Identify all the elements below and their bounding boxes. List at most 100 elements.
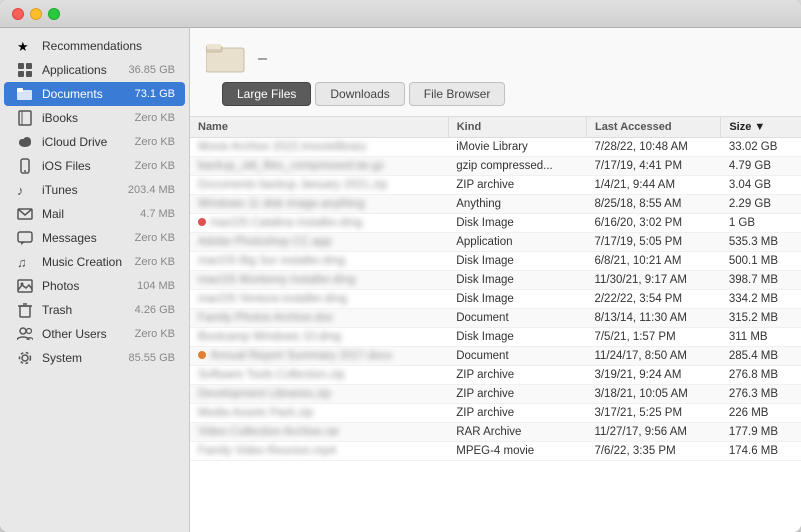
table-row[interactable]: Family Video Reunion.mp4MPEG-4 movie7/6/… <box>190 442 801 461</box>
sidebar-label: iOS Files <box>42 159 135 173</box>
sidebar-item-messages[interactable]: Messages Zero KB <box>4 226 185 250</box>
sidebar-item-trash[interactable]: Trash 4.26 GB <box>4 298 185 322</box>
sidebar-size: Zero KB <box>135 232 175 244</box>
cell-last-accessed: 8/13/14, 11:30 AM <box>586 309 720 328</box>
table-row[interactable]: macOS Big Sur installer.dmgDisk Image6/8… <box>190 252 801 271</box>
header-info: – <box>258 47 267 70</box>
sidebar-item-documents[interactable]: Documents 73.1 GB <box>4 82 185 106</box>
sidebar-size: Zero KB <box>135 136 175 148</box>
cell-size: 226 MB <box>721 404 801 423</box>
table-row[interactable]: Documents backup January 2021.zipZIP arc… <box>190 176 801 195</box>
col-header-kind[interactable]: Kind <box>448 117 586 138</box>
cell-name: Bootcamp Windows 10.dmg <box>190 328 448 347</box>
book-icon <box>16 109 34 127</box>
sidebar-size: 73.1 GB <box>135 88 175 100</box>
close-button[interactable] <box>12 8 24 20</box>
cell-kind: Document <box>448 347 586 366</box>
cell-kind: ZIP archive <box>448 404 586 423</box>
cell-last-accessed: 11/27/17, 9:56 AM <box>586 423 720 442</box>
sidebar-item-itunes[interactable]: ♪ iTunes 203.4 MB <box>4 178 185 202</box>
tab-large-files[interactable]: Large Files <box>222 82 311 106</box>
table-row[interactable]: Adobe Photoshop CC.appApplication7/17/19… <box>190 233 801 252</box>
cell-kind: Document <box>448 309 586 328</box>
table-row[interactable]: backup_old_files_compressed.tar.gzgzip c… <box>190 157 801 176</box>
envelope-icon <box>16 205 34 223</box>
table-container[interactable]: NameKindLast AccessedSize ▼ Movie Archiv… <box>190 117 801 532</box>
chat-icon <box>16 229 34 247</box>
cell-size: 535.3 MB <box>721 233 801 252</box>
title-bar <box>0 0 801 28</box>
tab-file-browser[interactable]: File Browser <box>409 82 506 106</box>
sidebar-item-system[interactable]: System 85.55 GB <box>4 346 185 370</box>
minimize-button[interactable] <box>30 8 42 20</box>
cell-size: 334.2 MB <box>721 290 801 309</box>
cell-kind: MPEG-4 movie <box>448 442 586 461</box>
sidebar-size: 85.55 GB <box>129 352 175 364</box>
table-row[interactable]: Media Assets Pack.zipZIP archive3/17/21,… <box>190 404 801 423</box>
music-icon: ♪ <box>16 181 34 199</box>
table-row[interactable]: Software Tools Collection.zipZIP archive… <box>190 366 801 385</box>
cell-name: Windows 11 disk image.anything <box>190 195 448 214</box>
maximize-button[interactable] <box>48 8 60 20</box>
cell-last-accessed: 6/8/21, 10:21 AM <box>586 252 720 271</box>
table-row[interactable]: macOS Monterey installer.dmgDisk Image11… <box>190 271 801 290</box>
table-body: Movie Archive 2022.imovielibraryiMovie L… <box>190 138 801 461</box>
cell-name: Development Libraries.zip <box>190 385 448 404</box>
cell-size: 3.04 GB <box>721 176 801 195</box>
table-row[interactable]: Video Collection Archive.rarRAR Archive1… <box>190 423 801 442</box>
note-icon: ♫ <box>16 253 34 271</box>
table-row[interactable]: Bootcamp Windows 10.dmgDisk Image7/5/21,… <box>190 328 801 347</box>
col-header-name[interactable]: Name <box>190 117 448 138</box>
cell-last-accessed: 8/25/18, 8:55 AM <box>586 195 720 214</box>
cell-size: 276.3 MB <box>721 385 801 404</box>
sidebar-item-recommendations[interactable]: ★ Recommendations <box>4 34 185 58</box>
col-header-last-accessed[interactable]: Last Accessed <box>586 117 720 138</box>
sidebar-item-applications[interactable]: Applications 36.85 GB <box>4 58 185 82</box>
cell-name: macOS Monterey installer.dmg <box>190 271 448 290</box>
sidebar-item-mail[interactable]: Mail 4.7 MB <box>4 202 185 226</box>
table-row[interactable]: Family Photos Archive.docDocument8/13/14… <box>190 309 801 328</box>
cell-kind: Anything <box>448 195 586 214</box>
cell-kind: Disk Image <box>448 328 586 347</box>
svg-text:★: ★ <box>17 39 29 54</box>
cell-kind: ZIP archive <box>448 385 586 404</box>
cell-name: Family Video Reunion.mp4 <box>190 442 448 461</box>
tab-downloads[interactable]: Downloads <box>315 82 404 106</box>
header-row: – <box>206 42 785 74</box>
sidebar-item-other-users[interactable]: Other Users Zero KB <box>4 322 185 346</box>
cell-name: macOS Ventura installer.dmg <box>190 290 448 309</box>
cell-kind: gzip compressed... <box>448 157 586 176</box>
table-row[interactable]: macOS Ventura installer.dmgDisk Image2/2… <box>190 290 801 309</box>
main-window: ★ Recommendations Applications 36.85 GB … <box>0 0 801 532</box>
files-table: NameKindLast AccessedSize ▼ Movie Archiv… <box>190 117 801 461</box>
cell-kind: RAR Archive <box>448 423 586 442</box>
sidebar-item-icloud-drive[interactable]: iCloud Drive Zero KB <box>4 130 185 154</box>
sidebar-size: Zero KB <box>135 160 175 172</box>
sidebar-item-music-creation[interactable]: ♫ Music Creation Zero KB <box>4 250 185 274</box>
cell-size: 398.7 MB <box>721 271 801 290</box>
table-row[interactable]: Movie Archive 2022.imovielibraryiMovie L… <box>190 138 801 157</box>
table-row[interactable]: macOS Catalina Installer.dmgDisk Image6/… <box>190 214 801 233</box>
col-header-size[interactable]: Size ▼ <box>721 117 801 138</box>
sidebar-label: Applications <box>42 63 129 77</box>
sidebar-item-ibooks[interactable]: iBooks Zero KB <box>4 106 185 130</box>
content-area: – Large FilesDownloadsFile Browser NameK… <box>190 28 801 532</box>
cell-last-accessed: 11/24/17, 8:50 AM <box>586 347 720 366</box>
cell-name: Software Tools Collection.zip <box>190 366 448 385</box>
cell-kind: iMovie Library <box>448 138 586 157</box>
cell-size: 276.8 MB <box>721 366 801 385</box>
table-row[interactable]: Development Libraries.zipZIP archive3/18… <box>190 385 801 404</box>
phone-icon <box>16 157 34 175</box>
table-row[interactable]: Windows 11 disk image.anythingAnything8/… <box>190 195 801 214</box>
cell-kind: ZIP archive <box>448 176 586 195</box>
cell-name: Annual Report Summary 2017.docx <box>190 347 448 366</box>
table-row[interactable]: Annual Report Summary 2017.docxDocument1… <box>190 347 801 366</box>
cell-kind: Disk Image <box>448 290 586 309</box>
cell-kind: Disk Image <box>448 214 586 233</box>
tab-bar: Large FilesDownloadsFile Browser <box>206 82 785 106</box>
sidebar-label: iCloud Drive <box>42 135 135 149</box>
sidebar-item-ios-files[interactable]: iOS Files Zero KB <box>4 154 185 178</box>
sidebar-item-photos[interactable]: Photos 104 MB <box>4 274 185 298</box>
sidebar-label: Other Users <box>42 327 135 341</box>
sidebar-size: 4.26 GB <box>135 304 175 316</box>
